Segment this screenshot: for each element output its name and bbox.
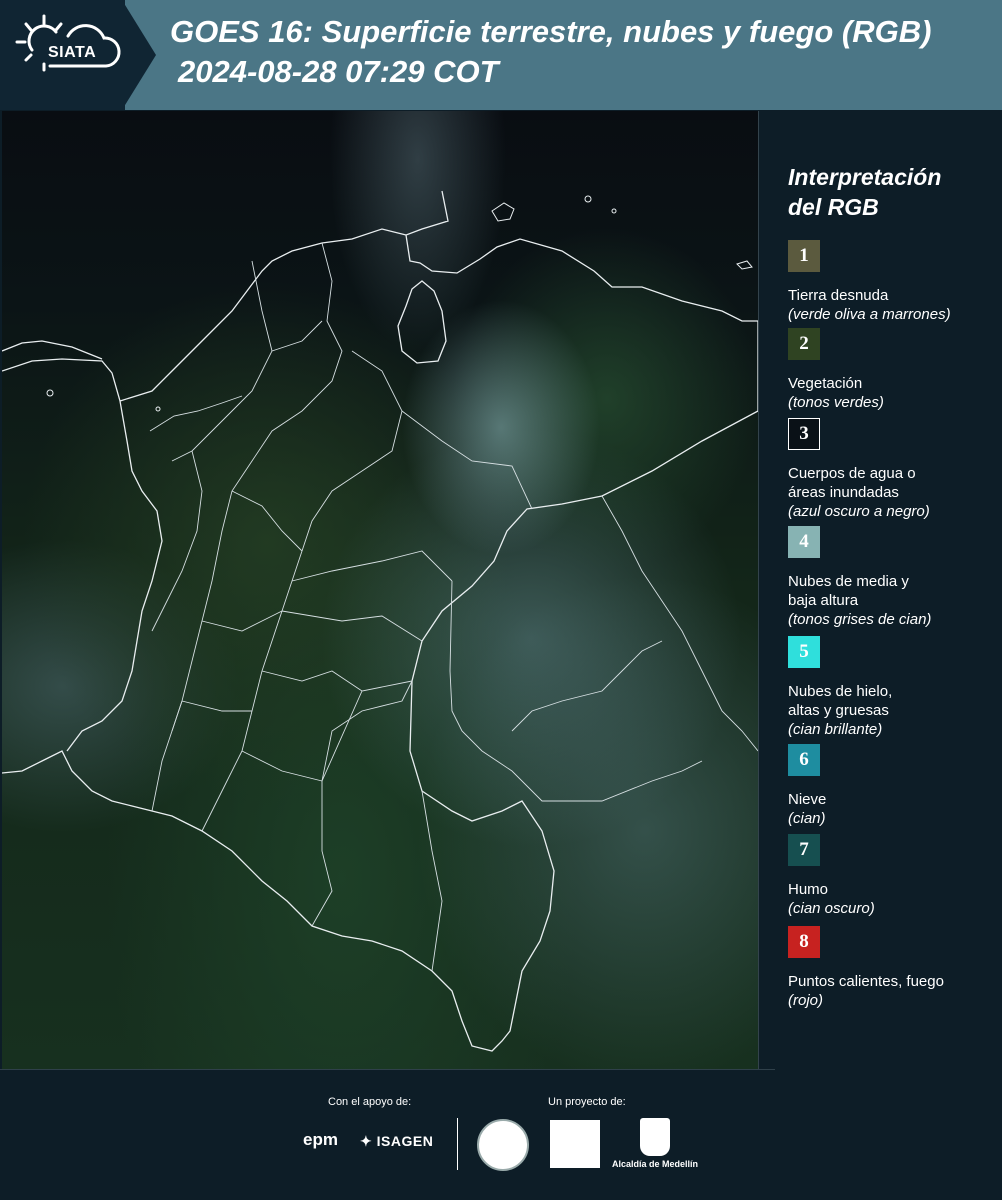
legend-swatch: 7 (788, 834, 820, 866)
legend-item-vegetation: 2 Vegetación (tonos verdes) (788, 328, 993, 418)
legend-swatch: 8 (788, 926, 820, 958)
legend-label: Humo (788, 881, 829, 898)
legend-item-smoke: 7 Humo (cian oscuro) (788, 834, 993, 926)
legend-swatch: 5 (788, 636, 820, 668)
legend-swatch: 1 (788, 240, 820, 272)
legend-item-snow: 6 Nieve (cian) (788, 744, 993, 834)
legend-swatch: 6 (788, 744, 820, 776)
rgb-legend: Interpretación del RGB 1 Tierra desnuda … (788, 162, 993, 1016)
alcaldia-crest-icon (640, 1118, 670, 1156)
area-metropolitana-logo (550, 1120, 600, 1168)
header-arrow (122, 0, 156, 110)
legend-label-line2: baja altura (788, 592, 859, 609)
legend-label: Vegetación (788, 375, 863, 392)
country-border (2, 190, 758, 1052)
support-label: Con el apoyo de: (328, 1096, 412, 1108)
legend-title-line1: Interpretación (788, 164, 942, 190)
legend-desc: (tonos verdes) (788, 394, 884, 411)
map-boundaries (2, 190, 758, 1052)
legend-item-low-clouds: 4 Nubes de media y baja altura (tonos gr… (788, 526, 993, 636)
legend-item-ice-clouds: 5 Nubes de hielo, altas y gruesas (cian … (788, 636, 993, 744)
alcaldia-label: Alcaldía de Medellín (612, 1159, 699, 1169)
legend-label: Nubes de media y (788, 573, 909, 590)
header: SIATA GOES 16: Superficie terrestre, nub… (0, 0, 1002, 110)
legend-desc: (tonos grises de cian) (788, 611, 932, 628)
epm-logo: epm (303, 1130, 338, 1149)
panama-coast (2, 340, 103, 360)
legend-desc: (cian) (788, 810, 826, 827)
isagen-mark-icon: ✦ (360, 1133, 377, 1149)
department-borders (149, 242, 758, 972)
map-divider (758, 111, 759, 1070)
legend-label-line2: altas y gruesas (788, 702, 889, 719)
footer-vertical-divider (457, 1118, 458, 1170)
satellite-map (2, 111, 758, 1070)
coast-pacific (2, 358, 163, 752)
page-timestamp: 2024-08-28 07:29 COT (178, 54, 499, 89)
legend-title-line2: del RGB (788, 194, 879, 220)
page-title: GOES 16: Superficie terrestre, nubes y f… (170, 14, 932, 49)
legend-desc: (rojo) (788, 992, 824, 1009)
legend-label: Nubes de hielo, (788, 683, 893, 700)
siata-logo: SIATA (0, 0, 125, 110)
isagen-logo: ✦ ISAGEN (360, 1133, 433, 1150)
legend-title: Interpretación del RGB (788, 162, 993, 222)
legend-label: Nieve (788, 791, 827, 808)
islands (46, 195, 753, 412)
legend-desc: (azul oscuro a negro) (788, 503, 930, 520)
legend-item-fire: 8 Puntos calientes, fuego (rojo) (788, 926, 993, 1016)
legend-item-water: 3 Cuerpos de agua o áreas inundadas (azu… (788, 418, 993, 526)
legend-desc: (verde oliva a marrones) (788, 306, 951, 323)
legend-desc: (cian brillante) (788, 721, 883, 738)
lake-maracaibo (397, 280, 447, 364)
legend-label: Puntos calientes, fuego (788, 973, 944, 990)
project-label: Un proyecto de: (548, 1096, 626, 1108)
legend-swatch: 3 (788, 418, 820, 450)
legend-label: Cuerpos de agua o (788, 465, 916, 482)
logo-text: SIATA (48, 44, 97, 61)
legend-label: Tierra desnuda (788, 287, 889, 304)
footer-divider-line (0, 1069, 775, 1070)
legend-desc: (cian oscuro) (788, 900, 875, 917)
university-seal-logo (477, 1119, 529, 1171)
legend-swatch: 4 (788, 526, 820, 558)
legend-swatch: 2 (788, 328, 820, 360)
isagen-logo-text: ISAGEN (376, 1133, 434, 1149)
legend-label-line2: áreas inundadas (788, 484, 899, 501)
legend-item-bare-land: 1 Tierra desnuda (verde oliva a marrones… (788, 240, 993, 328)
